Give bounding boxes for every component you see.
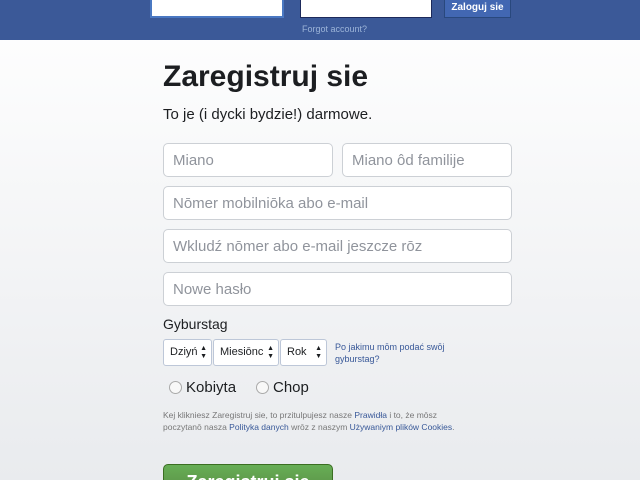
first-name-input[interactable] bbox=[163, 143, 333, 177]
top-bar: Zaloguj sie Forgot account? bbox=[0, 0, 640, 40]
month-select-value: Miesiōnc bbox=[220, 346, 264, 358]
page-subtitle: To je (i dycki bydzie!) darmowe. bbox=[163, 106, 373, 123]
day-select-value: Dziyń bbox=[170, 346, 198, 358]
login-email-input[interactable] bbox=[150, 0, 284, 18]
gender-female-label: Kobiyta bbox=[186, 379, 237, 396]
gender-male-option[interactable]: Chop bbox=[256, 379, 309, 396]
radio-female[interactable] bbox=[169, 381, 182, 394]
page-title: Zaregistruj sie bbox=[163, 60, 369, 93]
terms-text-part: Kej klikniesz Zaregistruj sie, to przitu… bbox=[163, 410, 355, 420]
month-select[interactable]: Miesiōnc ▲ ▼ bbox=[213, 339, 279, 366]
signup-button[interactable]: Zaregistruj sie bbox=[163, 464, 333, 480]
select-arrows-icon: ▲ ▼ bbox=[200, 345, 207, 360]
day-select[interactable]: Dziyń ▲ ▼ bbox=[163, 339, 212, 366]
terms-text: Kej klikniesz Zaregistruj sie, to przitu… bbox=[163, 409, 463, 433]
select-arrows-icon: ▲ ▼ bbox=[315, 345, 322, 360]
year-select[interactable]: Rok ▲ ▼ bbox=[280, 339, 327, 366]
cookies-policy-link[interactable]: Używaniym plików Cookies bbox=[350, 422, 453, 432]
why-birthday-link[interactable]: Po jakimu mōm podać swōj gyburstag? bbox=[335, 341, 470, 365]
data-policy-link[interactable]: Polityka danych bbox=[229, 422, 289, 432]
gender-male-label: Chop bbox=[273, 379, 309, 396]
gender-female-option[interactable]: Kobiyta bbox=[169, 379, 236, 396]
year-select-value: Rok bbox=[287, 346, 307, 358]
login-password-input[interactable] bbox=[300, 0, 432, 18]
terms-link[interactable]: Prawidła bbox=[354, 410, 387, 420]
forgot-account-link[interactable]: Forgot account? bbox=[302, 24, 367, 34]
birthday-label: Gyburstag bbox=[163, 316, 228, 332]
contact-input[interactable] bbox=[163, 186, 512, 220]
terms-text-part: . bbox=[452, 422, 455, 432]
contact-repeat-input[interactable] bbox=[163, 229, 512, 263]
last-name-input[interactable] bbox=[342, 143, 512, 177]
terms-text-part: wrōz z naszym bbox=[288, 422, 350, 432]
login-button[interactable]: Zaloguj sie bbox=[444, 0, 511, 18]
radio-male[interactable] bbox=[256, 381, 269, 394]
select-arrows-icon: ▲ ▼ bbox=[267, 345, 274, 360]
password-input[interactable] bbox=[163, 272, 512, 306]
